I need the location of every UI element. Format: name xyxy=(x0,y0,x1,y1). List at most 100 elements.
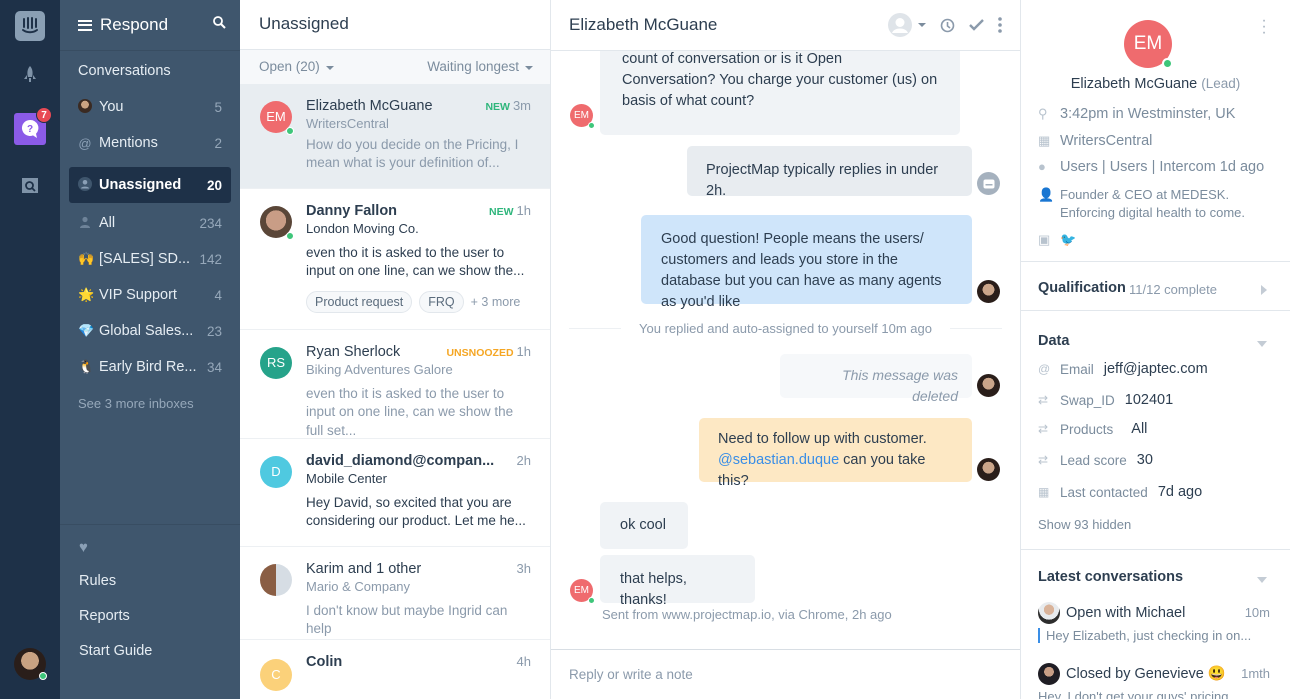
section-title: Qualification xyxy=(1038,280,1126,296)
latest-conversation-item[interactable]: Open with Michael 10m Hey Elizabeth, jus… xyxy=(1038,602,1270,643)
heart-icon[interactable]: ♥ xyxy=(60,539,240,563)
avatar-initials: C xyxy=(271,667,281,683)
qualification-section[interactable]: Qualification 11/12 complete xyxy=(1021,261,1290,297)
snooze-clock-icon[interactable] xyxy=(940,18,955,33)
chevron-down-icon xyxy=(918,23,926,27)
status-tag: UNSNOOZED xyxy=(446,346,514,359)
online-indicator xyxy=(39,672,47,680)
attribute-row[interactable]: @ Email jeff@japtec.com xyxy=(1038,361,1208,377)
sidebar-item-unassigned[interactable]: Unassigned 20 xyxy=(69,167,231,203)
sidebar-item-global-sales[interactable]: 💎 Global Sales... 23 xyxy=(60,313,240,349)
attribute-value: 7d ago xyxy=(1157,484,1203,500)
sidebar-item-you[interactable]: You 5 xyxy=(60,89,240,125)
intercom-logo-icon[interactable] xyxy=(15,11,45,41)
mention-link[interactable]: @sebastian.duque xyxy=(718,452,839,468)
chevron-down-icon[interactable] xyxy=(1257,341,1267,347)
admin-avatar xyxy=(977,374,1000,397)
sidebar-item-all[interactable]: All 234 xyxy=(60,205,240,241)
sidebar-item-count: 4 xyxy=(214,287,222,303)
contact-card-icon[interactable]: ▣ xyxy=(1038,232,1060,248)
conversation-item[interactable]: C Colin 4h xyxy=(240,640,550,699)
rocket-icon[interactable] xyxy=(22,66,38,84)
attribute-value: 30 xyxy=(1136,452,1153,468)
contact-avatar: D xyxy=(260,455,292,488)
assignee-dropdown[interactable] xyxy=(888,13,926,37)
attribute-row[interactable]: ⇄ Lead score 30 xyxy=(1038,452,1153,468)
conversation-item[interactable]: D david_diamond@compan... 2h Mobile Cente… xyxy=(240,439,550,547)
admin-name: Michael xyxy=(1135,604,1186,621)
twitter-icon[interactable]: 🐦 xyxy=(1060,232,1076,248)
tag-pill[interactable]: Product request xyxy=(306,290,413,313)
admin-avatar xyxy=(1038,663,1060,685)
message-text: Good question! People means the users/ c… xyxy=(661,231,942,310)
swap-icon: ⇄ xyxy=(1038,393,1049,407)
more-options-icon[interactable] xyxy=(998,17,1002,33)
latest-conversation-item[interactable]: Closed by Genevieve 😃 1mth Hey, I don't … xyxy=(1038,663,1270,699)
timestamp: 1h xyxy=(516,343,531,359)
conversations-heading: Conversations xyxy=(78,63,171,79)
bot-avatar xyxy=(977,172,1000,195)
admin-name: Genevieve xyxy=(1134,665,1204,682)
person-icon xyxy=(78,215,92,232)
show-hidden-link[interactable]: Show 93 hidden xyxy=(1038,517,1131,532)
sidebar-footer: ♥ Rules Reports Start Guide xyxy=(60,524,240,668)
sidebar-item-start-guide[interactable]: Start Guide xyxy=(60,633,240,668)
tag-pill[interactable]: FRQ xyxy=(419,290,464,313)
attribute-row[interactable]: ▦ Last contacted 7d ago xyxy=(1038,484,1202,500)
online-indicator xyxy=(588,597,595,604)
more-tags-link[interactable]: + 3 more xyxy=(471,295,521,309)
sidebar-item-count: 20 xyxy=(206,177,222,193)
qualification-progress: 11/12 complete xyxy=(1129,282,1217,297)
conversation-item[interactable]: RS Ryan Sherlock UNSNOOZED 1h Biking Adven… xyxy=(240,330,550,439)
attribute-row[interactable]: ⇄ Swap_ID 102401 xyxy=(1038,392,1173,408)
sidebar-item-rules[interactable]: Rules xyxy=(60,563,240,598)
sidebar-item-label: VIP Support xyxy=(99,287,177,303)
list-filters: Open (20) Waiting longest xyxy=(240,49,550,84)
sidebar-item-reports[interactable]: Reports xyxy=(60,598,240,633)
company-row: ▦ WritersCentral xyxy=(1038,133,1152,149)
conversation-item[interactable]: Karim and 1 other 3h Mario & Company I do… xyxy=(240,547,550,640)
knowledge-base-icon[interactable] xyxy=(21,176,39,194)
conversation-item[interactable]: Danny Fallon NEW 1h London Moving Co. even… xyxy=(240,189,550,330)
current-user-avatar[interactable] xyxy=(14,648,47,680)
status-filter-dropdown[interactable]: Open (20) xyxy=(259,59,334,74)
sidebar-item-early-bird[interactable]: 🐧 Early Bird Re... 34 xyxy=(60,349,240,385)
message-text: ok cool xyxy=(620,517,666,533)
chevron-down-icon[interactable] xyxy=(1257,577,1267,583)
sort-dropdown[interactable]: Waiting longest xyxy=(427,59,533,74)
attribute-row[interactable]: ⇄ Products All xyxy=(1038,421,1147,437)
message-text: ProjectMap typically replies in under 2h… xyxy=(706,162,939,199)
data-section: Data @ Email jeff@japtec.com ⇄ Swap_ID 10240… xyxy=(1021,310,1290,532)
contact-avatar: C xyxy=(260,658,292,691)
svg-text:?: ? xyxy=(27,124,33,135)
sidebar-item-label: You xyxy=(99,99,124,115)
attribute-label: Email xyxy=(1060,361,1094,377)
company-name: Mario & Company xyxy=(306,578,411,594)
bot-message: ProjectMap typically replies in under 2h… xyxy=(687,146,972,199)
contact-name: Danny Fallon xyxy=(306,202,398,219)
message-preview: How do you decide on the Pricing, I mean… xyxy=(306,136,519,171)
group-avatar xyxy=(260,563,292,596)
gem-icon: 💎 xyxy=(78,323,95,338)
profile-more-options-icon[interactable]: · · · xyxy=(1261,13,1267,41)
sidebar-item-vip-support[interactable]: 🌟 VIP Support 4 xyxy=(60,277,240,313)
company-link[interactable]: WritersCentral xyxy=(1060,133,1152,149)
contact-name: Elizabeth McGuane xyxy=(306,97,433,114)
timestamp: 2h xyxy=(516,452,531,468)
search-icon[interactable] xyxy=(213,16,226,34)
message-text: count of conversation or is it Open Conv… xyxy=(622,51,938,109)
close-conversation-check-icon[interactable] xyxy=(969,19,984,31)
reply-composer[interactable]: Reply or write a note xyxy=(551,649,1020,699)
sidebar-item-count: 234 xyxy=(199,215,222,231)
status-tag: NEW xyxy=(485,100,510,113)
contact-name: david_diamond@compan... xyxy=(306,452,495,469)
contact-name: Elizabeth McGuane xyxy=(1070,76,1198,92)
user-avatar: EM xyxy=(570,579,595,604)
see-more-inboxes-link[interactable]: See 3 more inboxes xyxy=(60,385,240,421)
message-preview: even tho it is asked to the user to inpu… xyxy=(306,385,514,438)
sidebar-item-mentions[interactable]: @ Mentions 2 xyxy=(60,125,240,161)
sidebar-header: Respond xyxy=(60,0,240,51)
sidebar-item-sales-sdr[interactable]: 🙌 [SALES] SD... 142 xyxy=(60,241,240,277)
menu-icon[interactable] xyxy=(78,19,92,31)
conversation-item[interactable]: EM Elizabeth McGuane NEW 3m WritersCentral… xyxy=(240,83,550,189)
